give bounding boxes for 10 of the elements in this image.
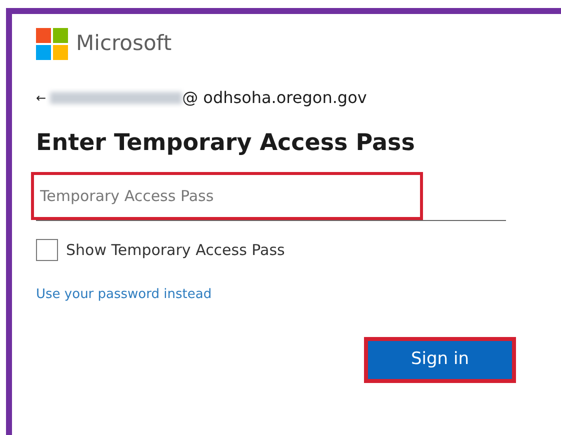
back-button[interactable]: ← — [36, 89, 46, 107]
password-link[interactable]: Use your password instead — [36, 285, 212, 305]
sign-in-button[interactable]: Sign in — [364, 337, 516, 384]
page-heading: Enter Temporary Access Pass — [36, 130, 416, 158]
pass-field[interactable]: Temporary Access Pass — [31, 172, 423, 220]
brand-name: Microsoft — [76, 30, 172, 58]
checkbox[interactable] — [36, 238, 58, 261]
logo-icon — [36, 28, 68, 60]
checkbox-label: Show Temporary Access Pass — [66, 240, 285, 261]
account-domain: @ odhsoha.oregon.gov — [182, 87, 367, 109]
